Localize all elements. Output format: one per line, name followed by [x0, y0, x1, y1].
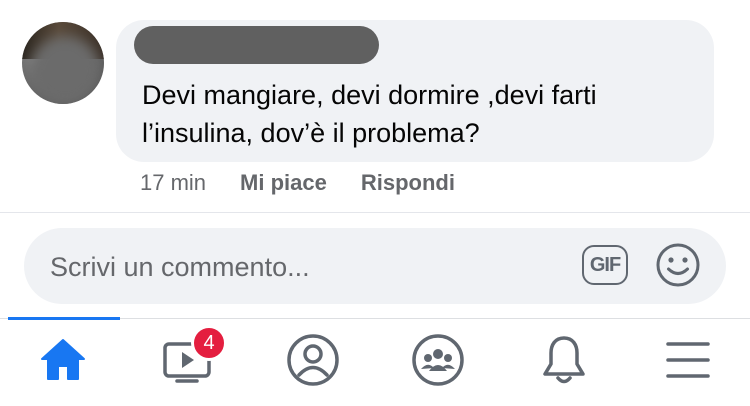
divider: [0, 212, 750, 213]
menu-icon: [666, 342, 710, 378]
profile-icon: [287, 334, 339, 386]
emoji-icon: [656, 243, 700, 287]
comment-text: Devi mangiare, devi dormire ,devi farti …: [142, 80, 597, 148]
tab-notifications[interactable]: [532, 328, 596, 392]
avatar-redacted-face: [30, 36, 100, 104]
comment-bubble: Devi mangiare, devi dormire ,devi farti …: [116, 20, 714, 162]
reply-button[interactable]: Rispondi: [361, 168, 455, 198]
commenter-avatar[interactable]: [22, 22, 104, 104]
groups-icon: [412, 334, 464, 386]
active-tab-indicator: [8, 317, 120, 320]
comment-input[interactable]: [48, 242, 572, 292]
comment-actions: 17 min Mi piace Rispondi: [140, 168, 455, 198]
tab-menu[interactable]: [656, 328, 720, 392]
redacted-commenter-name: [134, 26, 379, 64]
tab-home[interactable]: [31, 328, 95, 392]
tab-profile[interactable]: [281, 328, 345, 392]
comment-timestamp: 17 min: [140, 170, 207, 195]
home-icon: [41, 339, 85, 380]
gif-button[interactable]: GIF: [582, 245, 628, 285]
notifications-bell-icon: [543, 336, 585, 384]
tab-groups[interactable]: [406, 328, 470, 392]
like-button[interactable]: Mi piace: [240, 168, 327, 198]
watch-notification-badge: 4: [191, 325, 227, 361]
emoji-button[interactable]: [654, 241, 702, 289]
comment-composer: GIF: [24, 228, 726, 304]
